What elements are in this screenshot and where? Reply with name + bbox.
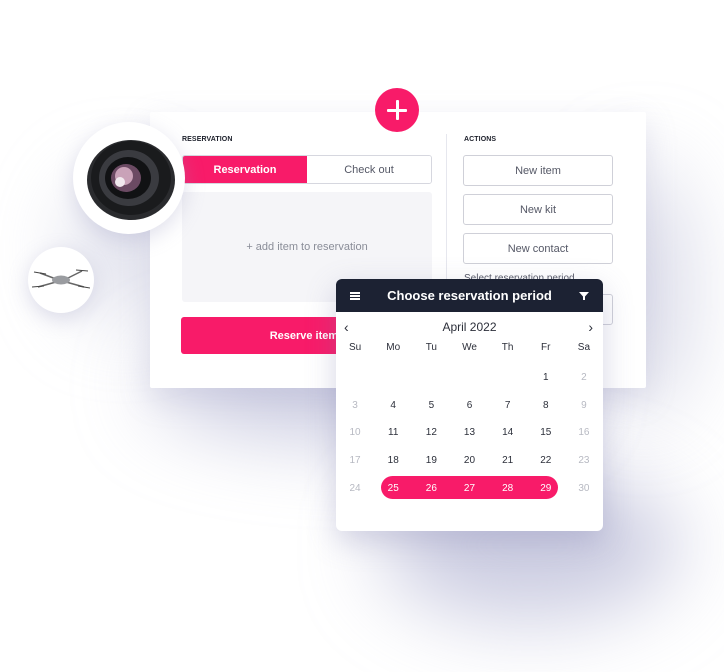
calendar-day[interactable]: 13 — [450, 427, 488, 438]
tab-reservation[interactable]: Reservation — [183, 156, 307, 183]
calendar-grid: 1 2 3 4 5 6 7 8 9 10 11 12 13 14 15 16 17 18 19 20 21 22 23 24 2… — [336, 364, 603, 502]
drone-image — [28, 247, 94, 313]
calendar-day[interactable]: 10 — [336, 427, 374, 438]
new-kit-button[interactable]: New kit — [463, 194, 613, 225]
camera-lens-icon — [87, 140, 175, 220]
calendar-day[interactable]: 14 — [489, 427, 527, 438]
calendar-day[interactable]: 4 — [374, 400, 412, 411]
weekday-label: Mo — [386, 342, 401, 353]
reservation-mode-toggle: Reservation Check out — [182, 155, 432, 184]
camera-lens-image — [73, 122, 185, 234]
calendar-day[interactable]: 17 — [336, 455, 374, 466]
calendar-day[interactable]: 29 — [527, 483, 565, 494]
calendar-week-row: 24 25 26 27 28 29 30 — [336, 474, 603, 502]
calendar-week-row: 3456789 — [336, 392, 603, 420]
calendar-day[interactable]: 21 — [489, 455, 527, 466]
drone-icon — [32, 269, 90, 289]
tab-check-out[interactable]: Check out — [307, 156, 431, 183]
weekday-header: Su Mo Tu We Th Fr Sa — [336, 342, 603, 358]
calendar-day[interactable]: 5 — [412, 400, 450, 411]
calendar-day[interactable]: 25 — [374, 483, 412, 494]
calendar-day[interactable]: 27 — [450, 483, 488, 494]
calendar-day[interactable]: 2 — [565, 372, 603, 383]
calendar-day[interactable]: 24 — [336, 483, 374, 494]
add-button[interactable] — [375, 88, 419, 132]
weekday-label: Th — [501, 342, 514, 353]
calendar-day[interactable]: 15 — [527, 427, 565, 438]
calendar-day[interactable]: 22 — [527, 455, 565, 466]
calendar-day[interactable]: 9 — [565, 400, 603, 411]
calendar-day[interactable]: 18 — [374, 455, 412, 466]
month-label: April 2022 — [442, 320, 497, 334]
actions-section-label: ACTIONS — [464, 136, 497, 143]
new-contact-button[interactable]: New contact — [463, 233, 613, 264]
weekday-label: Su — [348, 342, 362, 353]
calendar-day[interactable]: 7 — [489, 400, 527, 411]
calendar-day[interactable]: 26 — [412, 483, 450, 494]
calendar-day[interactable]: 12 — [412, 427, 450, 438]
calendar-week-row: 10 11 12 13 14 15 16 — [336, 419, 603, 447]
calendar-day[interactable]: 19 — [412, 455, 450, 466]
weekday-label: We — [462, 342, 477, 353]
calendar-day[interactable]: 30 — [565, 483, 603, 494]
reservation-section-label: RESERVATION — [182, 136, 233, 143]
month-navigation: ‹ April 2022 › — [336, 312, 603, 342]
calendar-day[interactable]: 1 — [527, 372, 565, 383]
calendar-day[interactable]: 16 — [565, 427, 603, 438]
filter-icon[interactable] — [579, 291, 589, 301]
date-picker-title: Choose reservation period — [387, 288, 552, 303]
calendar-day[interactable]: 23 — [565, 455, 603, 466]
calendar-day[interactable]: 8 — [527, 400, 565, 411]
calendar-day[interactable]: 6 — [450, 400, 488, 411]
calendar-day[interactable]: 28 — [489, 483, 527, 494]
calendar-week-row: 17 18 19 20 21 22 23 — [336, 447, 603, 475]
calendar-day[interactable]: 11 — [374, 427, 412, 438]
weekday-label: Sa — [577, 342, 591, 353]
weekday-label: Fr — [541, 342, 551, 353]
calendar-day[interactable]: 20 — [450, 455, 488, 466]
date-picker-header: Choose reservation period — [336, 279, 603, 312]
date-picker: Choose reservation period ‹ April 2022 ›… — [336, 279, 603, 531]
weekday-label: Tu — [425, 342, 437, 353]
calendar-week-row: 12 — [336, 364, 603, 392]
new-item-button[interactable]: New item — [463, 155, 613, 186]
calendar-day[interactable]: 3 — [336, 400, 374, 411]
chevron-left-icon[interactable]: ‹ — [344, 319, 349, 335]
hamburger-menu-icon[interactable] — [350, 291, 360, 300]
chevron-right-icon[interactable]: › — [588, 319, 593, 335]
